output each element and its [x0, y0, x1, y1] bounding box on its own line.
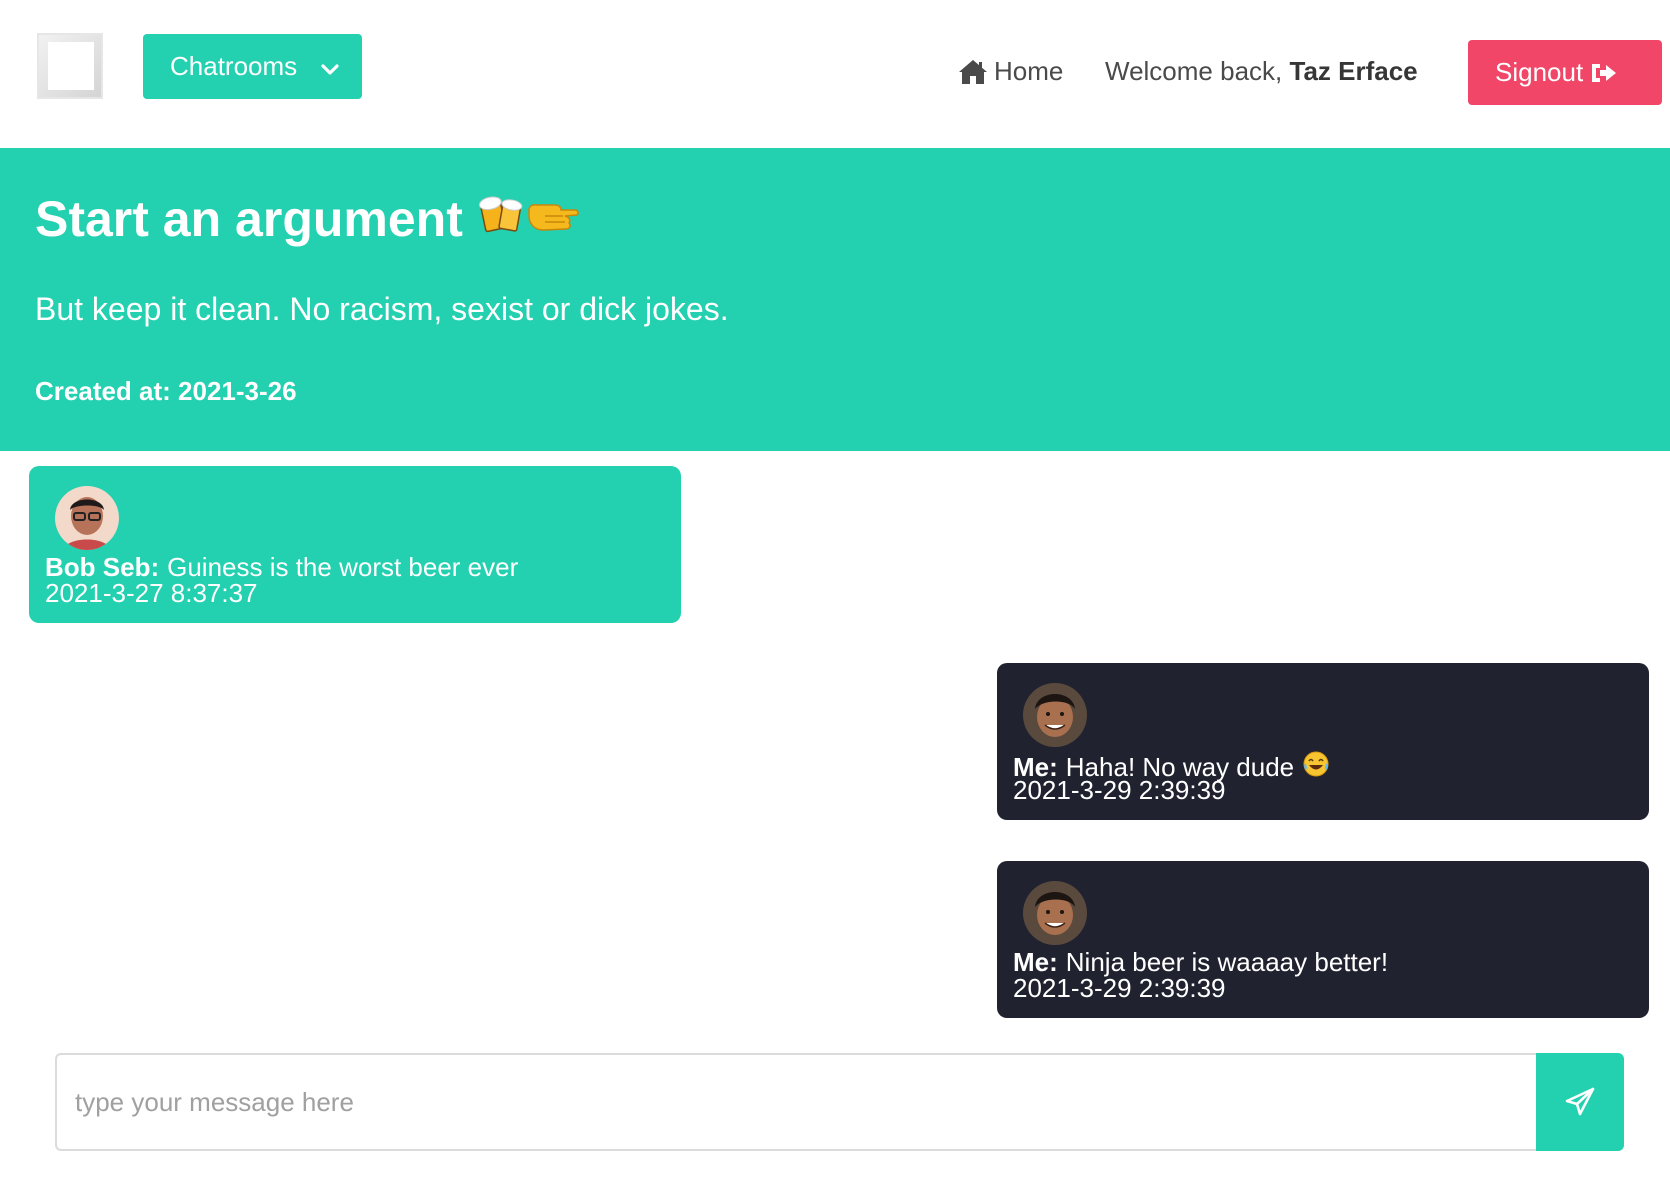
- message-text: Me: Ninja beer is waaaay better!: [1013, 948, 1388, 976]
- message-bubble: Me: Ninja beer is waaaay better! 2021-3-…: [997, 861, 1649, 1018]
- message-author: Me:: [1013, 947, 1058, 977]
- send-button[interactable]: [1536, 1053, 1624, 1151]
- chatroom-header: Start an argument But keep it clean. No …: [0, 148, 1670, 451]
- signout-button[interactable]: Signout: [1468, 40, 1662, 105]
- message-bubble: Me: Haha! No way dude 2021-3-29 2:39:39: [997, 663, 1649, 820]
- message-timestamp: 2021-3-29 2:39:39: [1013, 973, 1226, 1003]
- laughing-tears-emoji: [1302, 750, 1330, 783]
- paper-plane-icon: [1565, 1087, 1595, 1116]
- chatroom-title-text: Start an argument: [35, 191, 463, 247]
- message-author: Bob Seb:: [45, 552, 160, 582]
- chevron-down-icon: [320, 56, 340, 76]
- chatroom-description: But keep it clean. No racism, sexist or …: [35, 291, 729, 327]
- sign-out-icon: [1592, 63, 1617, 82]
- home-label: Home: [994, 56, 1064, 86]
- message-timestamp: 2021-3-29 2:39:39: [1013, 775, 1226, 805]
- home-icon: [959, 59, 987, 84]
- navbar: Chatrooms Home Welcome back, Taz Erface …: [0, 0, 1670, 148]
- message-body: Guiness is the worst beer ever: [167, 552, 519, 582]
- message-text: Bob Seb: Guiness is the worst beer ever: [45, 553, 518, 581]
- username: Taz Erface: [1289, 56, 1418, 86]
- chatroom-title: Start an argument: [35, 190, 581, 248]
- message-composer: [55, 1053, 1624, 1151]
- chatroom-created-at: Created at: 2021-3-26: [35, 376, 297, 406]
- message-body: Ninja beer is waaaay better!: [1065, 947, 1389, 977]
- logo-icon[interactable]: [34, 30, 106, 102]
- beer-mugs-emoji: [478, 190, 525, 248]
- welcome-prefix: Welcome back,: [1105, 56, 1283, 86]
- chatrooms-label: Chatrooms: [170, 51, 298, 81]
- message-timestamp: 2021-3-27 8:37:37: [45, 578, 258, 608]
- avatar: [1023, 683, 1087, 747]
- avatar: [55, 486, 119, 550]
- welcome-text: Welcome back, Taz Erface: [1105, 56, 1418, 87]
- signout-label: Signout: [1495, 57, 1584, 87]
- chatrooms-dropdown-button[interactable]: Chatrooms: [143, 34, 362, 99]
- message-input[interactable]: [55, 1053, 1537, 1151]
- home-link[interactable]: Home: [958, 56, 1063, 87]
- avatar: [1023, 881, 1087, 945]
- message-bubble: Bob Seb: Guiness is the worst beer ever …: [29, 466, 681, 623]
- left-fist-emoji: [525, 190, 581, 248]
